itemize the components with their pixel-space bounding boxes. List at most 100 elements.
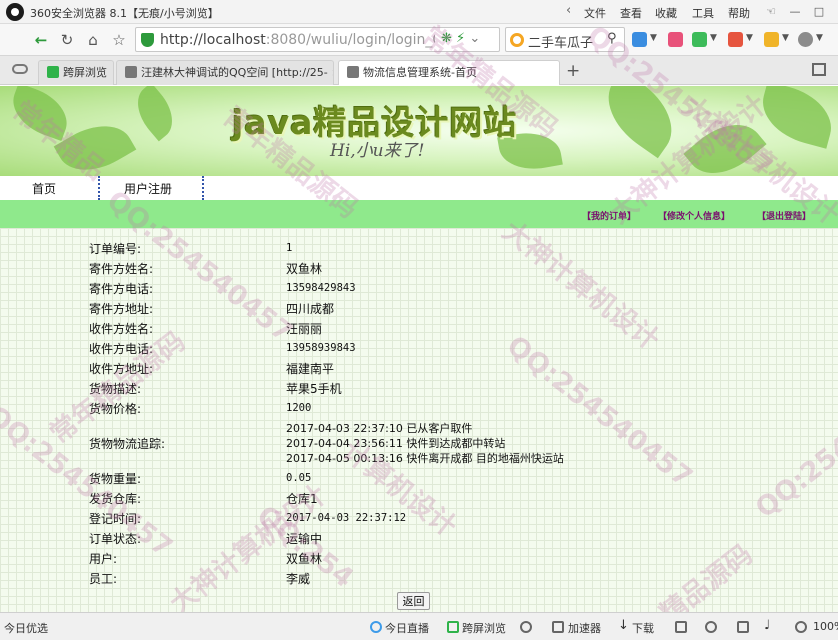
navigation-bar: ← ↻ ⌂ ☆ http://localhost:8080/wuliu/logi… bbox=[0, 24, 838, 56]
status-bar: 今日优选 今日直播 跨屏浏览 加速器 ↓ 下载 ♩ 100% bbox=[0, 612, 838, 640]
nav-home[interactable]: 首页 bbox=[32, 180, 56, 197]
goods-desc-value: 苹果5手机 bbox=[286, 382, 342, 396]
zoom-icon[interactable] bbox=[795, 621, 807, 633]
receiver-phone-label: 收件方电话: bbox=[89, 342, 154, 356]
screenshot-icon[interactable] bbox=[764, 32, 779, 47]
translate-caret-icon[interactable]: ▼ bbox=[746, 33, 753, 43]
nav-register[interactable]: 用户注册 bbox=[124, 180, 172, 197]
tab-qq-space[interactable]: 汪建林大神调试的QQ空间 [http://25- × bbox=[116, 60, 334, 85]
goods-price-label: 货物价格: bbox=[89, 402, 142, 416]
apps-caret-icon[interactable]: ▼ bbox=[650, 33, 657, 43]
tools-icon[interactable] bbox=[705, 621, 717, 633]
screenshot-caret-icon[interactable]: ▼ bbox=[782, 33, 789, 43]
order-status-label: 订单状态: bbox=[89, 532, 142, 546]
minimize-icon[interactable]: — bbox=[784, 2, 806, 21]
back-arrow-icon[interactable]: ← bbox=[30, 29, 52, 51]
receiver-phone-value: 13958939843 bbox=[286, 342, 356, 354]
refresh-icon[interactable]: ↻ bbox=[56, 29, 78, 51]
today-live-link[interactable]: 今日直播 bbox=[385, 620, 429, 636]
user-toolbar: 【我的订单】 【修改个人信息】 【退出登陆】 bbox=[0, 200, 838, 228]
site-banner: java精品设计网站 Hi,小u来了! bbox=[0, 86, 838, 176]
download-arrow-icon: ↓ bbox=[618, 618, 629, 633]
goods-desc-label: 货物描述: bbox=[89, 382, 142, 396]
menu-file[interactable]: 文件 bbox=[584, 5, 606, 21]
url-host: http://localhost bbox=[160, 32, 266, 48]
bookmark-icon[interactable] bbox=[675, 621, 687, 633]
search-icon[interactable]: ⚲ bbox=[607, 31, 617, 46]
phone-icon bbox=[47, 66, 59, 78]
translate-icon[interactable] bbox=[728, 32, 743, 47]
menu-view[interactable]: 查看 bbox=[620, 5, 642, 21]
home-icon[interactable]: ⌂ bbox=[82, 29, 104, 51]
user-value: 双鱼林 bbox=[286, 552, 323, 566]
sender-address-label: 寄件方地址: bbox=[89, 302, 154, 316]
cross-screen-link[interactable]: 跨屏浏览 bbox=[462, 620, 506, 636]
menu-icon[interactable] bbox=[798, 32, 813, 47]
url-text[interactable]: http://localhost:8080/wuliu/login/login_… bbox=[160, 32, 435, 48]
security-icon[interactable] bbox=[692, 32, 707, 47]
live-icon bbox=[370, 621, 382, 633]
weight-label: 货物重量: bbox=[89, 472, 142, 486]
compat-mode-icon[interactable]: ❋ ⚡ ⌄ bbox=[441, 31, 480, 46]
menu-favorites[interactable]: 收藏 bbox=[655, 5, 677, 21]
download-link[interactable]: 下载 bbox=[632, 620, 654, 636]
search-input[interactable]: 二手车瓜子 bbox=[528, 32, 593, 51]
edit-profile-link[interactable]: 【修改个人信息】 bbox=[658, 209, 730, 222]
web-page: java精品设计网站 Hi,小u来了! 首页 用户注册 【我的订单】 【修改个人… bbox=[0, 86, 838, 612]
accelerator-link[interactable]: 加速器 bbox=[568, 620, 601, 636]
new-tab-icon[interactable]: + bbox=[566, 61, 580, 81]
receiver-name-value: 汪丽丽 bbox=[286, 322, 323, 336]
page-icon bbox=[347, 66, 359, 78]
sender-name-label: 寄件方姓名: bbox=[89, 262, 154, 276]
tracking-entry: 2017-04-04 23:56:11 快件到达成都中转站 bbox=[286, 437, 506, 450]
menu-tools[interactable]: 工具 bbox=[692, 5, 714, 21]
sender-phone-label: 寄件方电话: bbox=[89, 282, 154, 296]
my-orders-link[interactable]: 【我的订单】 bbox=[582, 209, 636, 222]
skin-icon[interactable]: ☜ bbox=[760, 2, 782, 21]
sender-name-value: 双鱼林 bbox=[286, 262, 323, 276]
shield-icon bbox=[141, 33, 154, 47]
extension-icon[interactable] bbox=[668, 32, 683, 47]
menu-caret-icon[interactable]: ▼ bbox=[816, 33, 823, 43]
window-controls: ☜ — □ bbox=[760, 2, 838, 21]
order-status-value: 运输中 bbox=[286, 532, 323, 546]
employee-value: 李威 bbox=[286, 572, 311, 586]
site-nav: 首页 用户注册 bbox=[0, 176, 838, 200]
star-icon[interactable]: ☆ bbox=[108, 29, 130, 51]
order-id-value: 1 bbox=[286, 242, 293, 254]
apps-icon[interactable] bbox=[632, 32, 647, 47]
leaf-decoration bbox=[126, 86, 184, 142]
search-box[interactable]: 二手车瓜子 ⚲ bbox=[505, 27, 625, 52]
address-bar[interactable]: http://localhost:8080/wuliu/login/login_… bbox=[135, 27, 500, 52]
user-label: 用户: bbox=[89, 552, 118, 566]
volume-icon[interactable]: ♩ bbox=[764, 618, 770, 633]
receiver-address-value: 福建南平 bbox=[286, 362, 335, 376]
employee-label: 员工: bbox=[89, 572, 118, 586]
order-id-label: 订单编号: bbox=[89, 242, 142, 256]
maximize-icon[interactable]: □ bbox=[808, 2, 830, 21]
leaf-decoration bbox=[683, 108, 767, 176]
nav-separator bbox=[98, 176, 100, 200]
cloud-icon[interactable] bbox=[12, 64, 28, 74]
security-caret-icon[interactable]: ▼ bbox=[710, 33, 717, 43]
menu-chevron-left-icon[interactable]: ‹ bbox=[566, 3, 571, 18]
window-icon[interactable] bbox=[737, 621, 749, 633]
menu-help[interactable]: 帮助 bbox=[728, 5, 750, 21]
logout-link[interactable]: 【退出登陆】 bbox=[757, 209, 811, 222]
page-icon bbox=[125, 66, 137, 78]
tracking-entry: 2017-04-03 22:37:10 已从客户取件 bbox=[286, 422, 473, 435]
leaf-decoration bbox=[4, 86, 76, 142]
back-button[interactable]: 返回 bbox=[397, 592, 430, 610]
today-picks-link[interactable]: 今日优选 bbox=[4, 620, 48, 636]
lightning-icon[interactable]: ⚡ bbox=[456, 31, 465, 46]
tab-label: 物流信息管理系统-首页 bbox=[363, 66, 477, 79]
accelerator-icon bbox=[552, 621, 564, 633]
tab-logistics-home[interactable]: 物流信息管理系统-首页 bbox=[338, 60, 560, 85]
dropdown-chevron-icon[interactable]: ⌄ bbox=[469, 31, 480, 46]
banner-subtitle: Hi,小u来了! bbox=[330, 141, 425, 161]
restore-tabs-icon[interactable] bbox=[812, 63, 826, 76]
refresh-icon[interactable] bbox=[520, 621, 532, 633]
register-time-value: 2017-04-03 22:37:12 bbox=[286, 512, 407, 524]
tab-cross-screen[interactable]: 跨屏浏览 bbox=[38, 60, 114, 85]
zoom-level[interactable]: 100% bbox=[813, 620, 838, 633]
